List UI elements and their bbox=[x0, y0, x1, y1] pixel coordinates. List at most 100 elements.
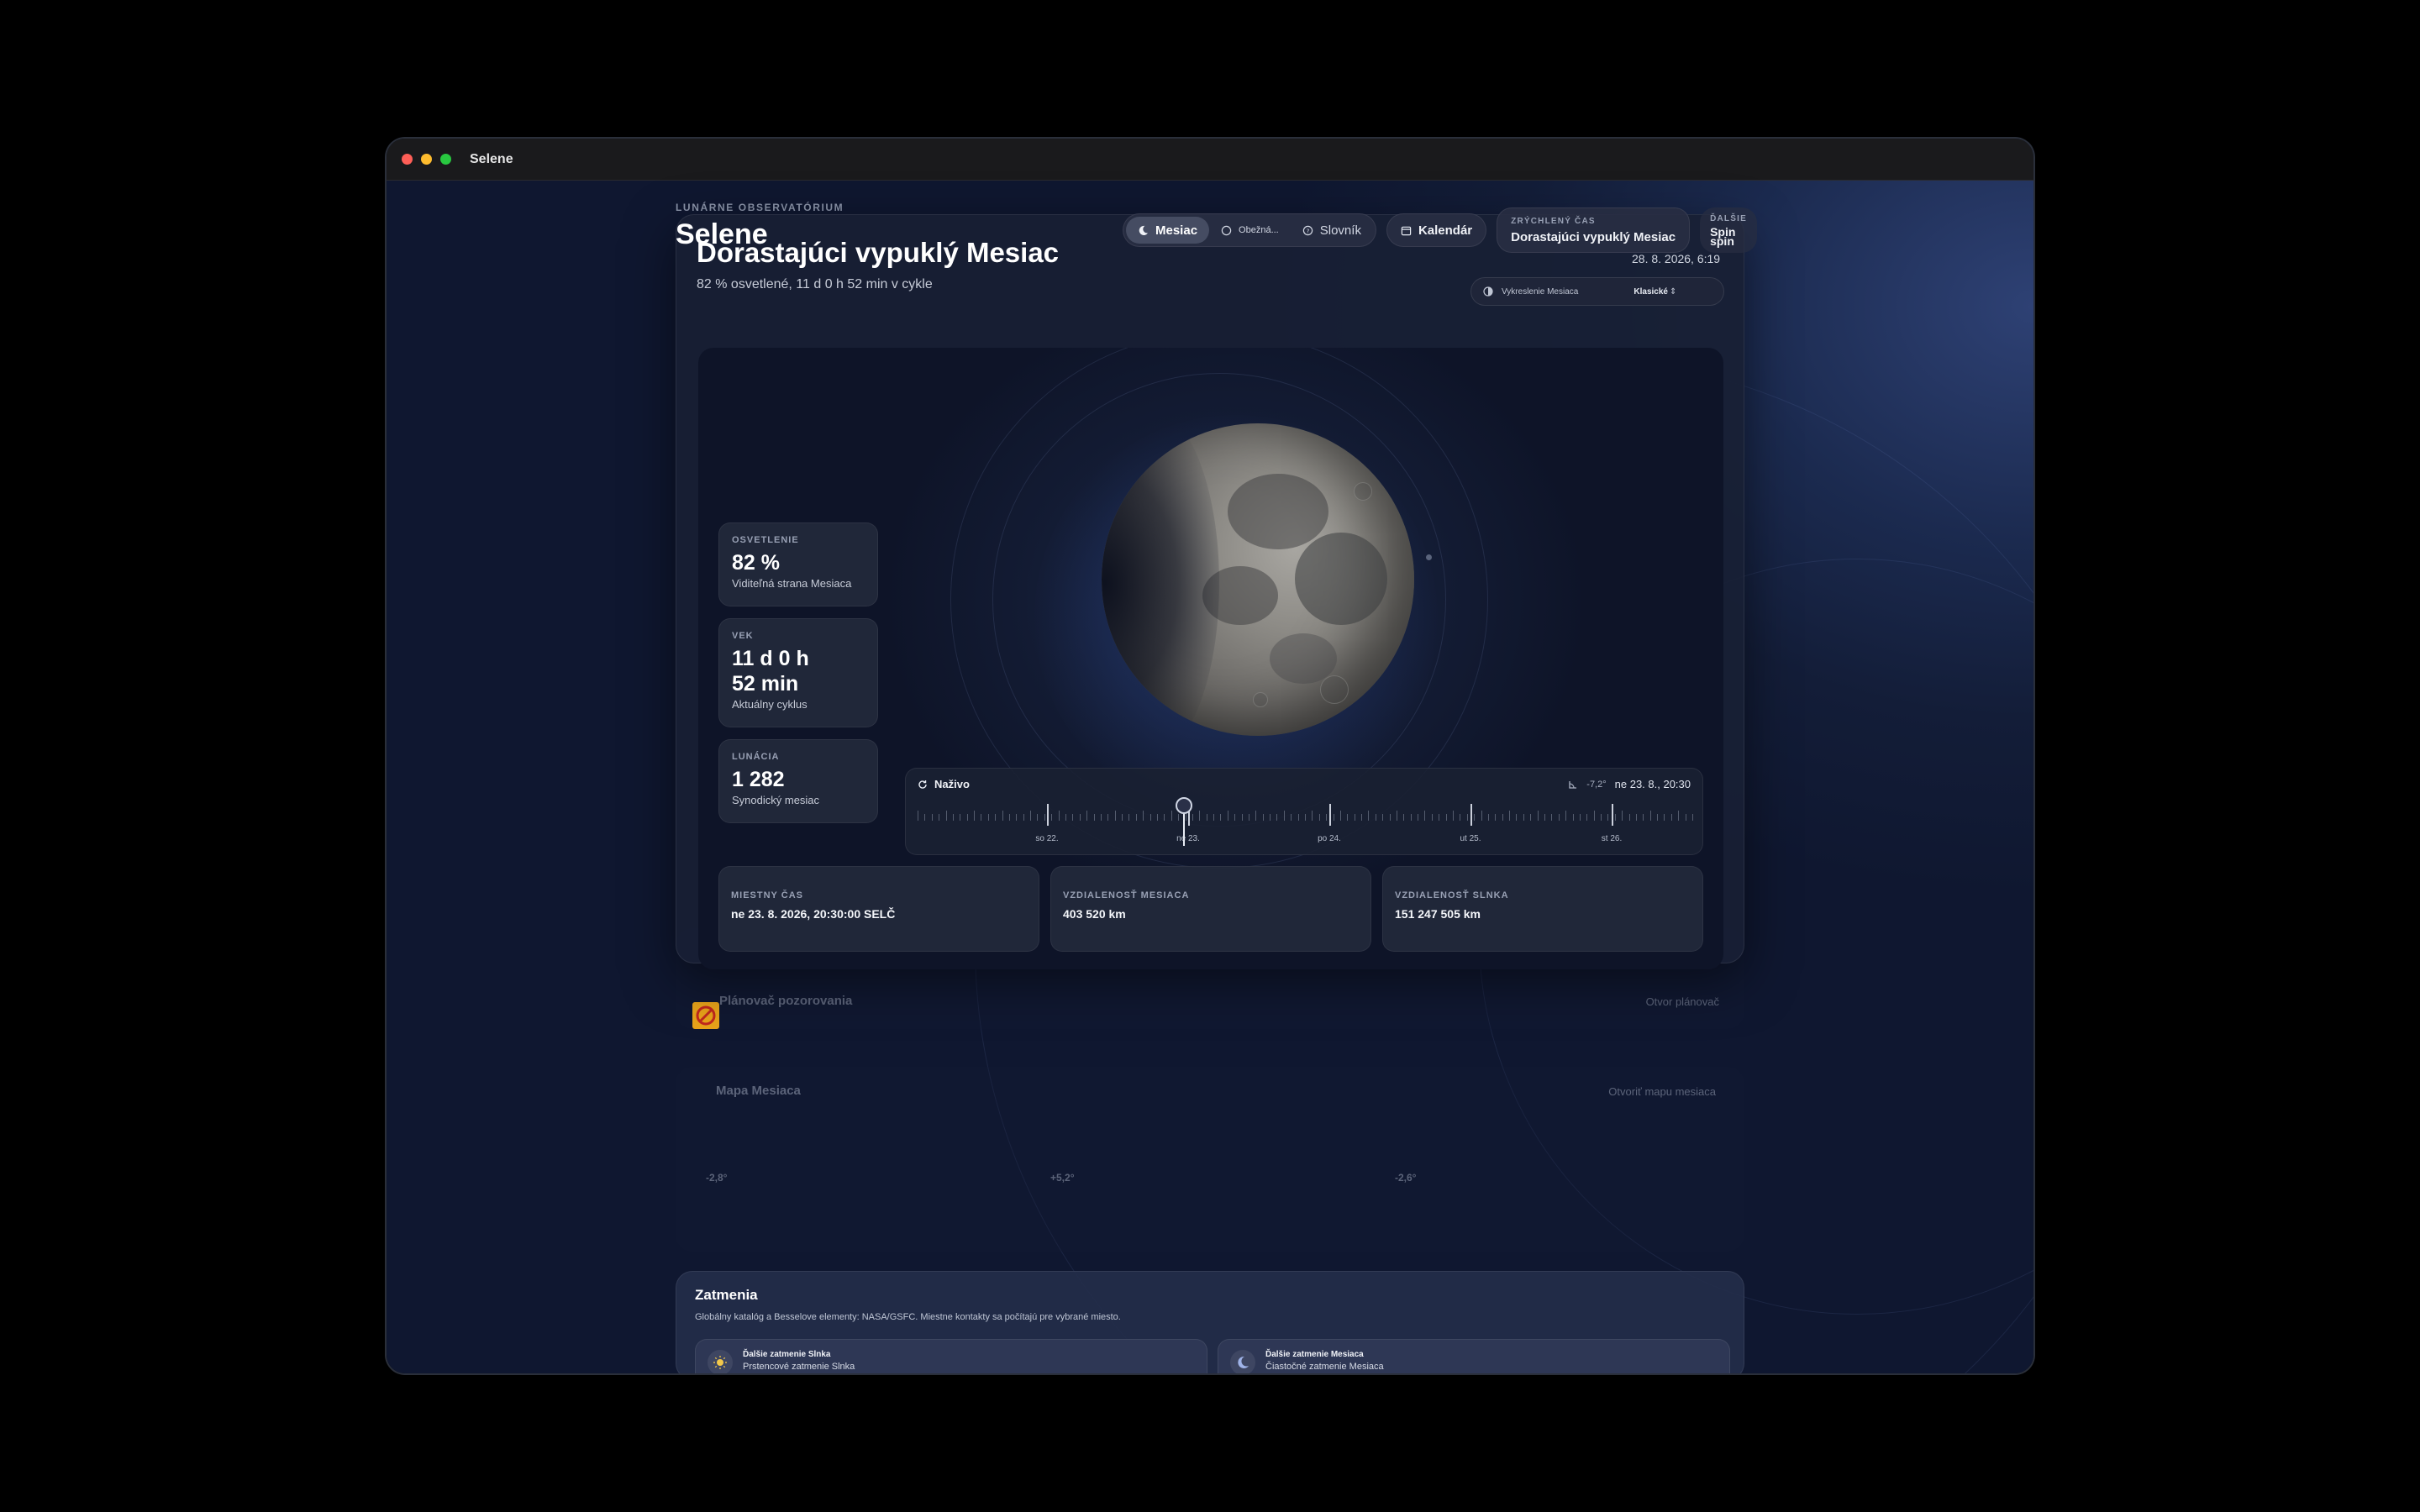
timeline-day-tick bbox=[1470, 804, 1472, 826]
live-button[interactable]: Naživo bbox=[918, 778, 970, 790]
refresh-icon bbox=[918, 780, 927, 789]
next-lunar-eclipse[interactable]: Ďalšie zatmenie Mesiaca Čiastočné zatmen… bbox=[1218, 1339, 1730, 1373]
minimize-window-button[interactable] bbox=[421, 154, 432, 165]
view-switcher: Mesiac Obežná... ? Slovník bbox=[1123, 213, 1376, 247]
timeline-tick bbox=[1558, 814, 1560, 821]
timeline-tick bbox=[1692, 814, 1693, 821]
timeline-tick bbox=[1382, 814, 1384, 821]
timeline-day-label: st 26. bbox=[1601, 834, 1623, 843]
timeline-tick bbox=[1164, 814, 1165, 821]
stat-label: VEK bbox=[732, 631, 754, 641]
zoom-window-button[interactable] bbox=[440, 154, 451, 165]
eclipses-section: Zatmenia Globálny katalóg a Besselove el… bbox=[676, 1271, 1744, 1373]
timeline-ticks[interactable] bbox=[918, 804, 1693, 829]
timeline-tick bbox=[1262, 814, 1264, 821]
timeline-tick bbox=[995, 814, 997, 821]
timeline-tick bbox=[1241, 814, 1243, 821]
timeline-tick bbox=[1283, 811, 1285, 821]
tab-orbit[interactable]: Obežná... bbox=[1209, 217, 1291, 244]
time-value: Dorastajúci vypuklý Mesiac bbox=[1511, 229, 1676, 244]
timeline-tick bbox=[1037, 814, 1039, 821]
lunar-eclipse-label: Ďalšie zatmenie Mesiaca bbox=[1265, 1350, 1364, 1359]
stat-value: 82 % bbox=[732, 551, 780, 575]
timeline-tick bbox=[1276, 814, 1278, 821]
timeline-tick bbox=[1502, 814, 1503, 821]
info-sun-distance: VZDIALENOSŤ SLNKA 151 247 505 km bbox=[1382, 866, 1703, 952]
timeline-tick bbox=[974, 811, 976, 821]
timeline-tick bbox=[987, 814, 989, 821]
timeline-tick bbox=[1495, 814, 1497, 821]
timeline-tick bbox=[966, 814, 968, 821]
more-menu[interactable]: ĎALŠIE Spin spin bbox=[1700, 207, 1757, 253]
timeline-tick bbox=[1368, 811, 1370, 821]
moon-map-value: +5,2° bbox=[1050, 1172, 1075, 1184]
app-window: Selene LUNÁRNE OBSERVATÓRIUM Plánovač po… bbox=[387, 139, 2033, 1373]
moon-render-select[interactable]: Vykreslenie Mesiaca Klasické ⇕ bbox=[1470, 277, 1724, 306]
stat-illumination: OSVETLENIE 82 % Viditeľná strana Mesiaca bbox=[718, 522, 878, 606]
timeline-tick bbox=[1424, 811, 1426, 821]
timeline-tick bbox=[1361, 814, 1363, 821]
info-value: ne 23. 8. 2026, 20:30:00 SELČ bbox=[731, 907, 896, 921]
timeline-tick bbox=[1255, 811, 1257, 821]
timeline-tick bbox=[1586, 814, 1588, 821]
timeline-tick bbox=[1628, 814, 1630, 821]
timeline-day-label: so 22. bbox=[1035, 834, 1059, 843]
timeline-tick bbox=[1516, 814, 1518, 821]
timeline-tick bbox=[1431, 814, 1433, 821]
info-moon-distance: VZDIALENOSŤ MESIACA 403 520 km bbox=[1050, 866, 1371, 952]
timeline-tick bbox=[1347, 814, 1349, 821]
timeline-tick bbox=[1016, 814, 1018, 821]
accelerated-time-control[interactable]: ZRÝCHLENÝ ČAS Dorastajúci vypuklý Mesiac bbox=[1497, 207, 1691, 253]
open-moon-map-button[interactable]: Otvoriť mapu mesiaca bbox=[1608, 1085, 1716, 1098]
timeline-tick bbox=[1143, 811, 1144, 821]
timeline-tick bbox=[1509, 811, 1511, 821]
timeline-tick bbox=[1051, 814, 1053, 821]
stat-age: VEK 11 d 0 h 52 min Aktuálny cyklus bbox=[718, 618, 878, 727]
time-scrubber[interactable]: Naživo -7,2° ne 23. 8., 20:30 so 22. ne 2… bbox=[905, 768, 1703, 855]
info-local-time: MIESTNY ČAS ne 23. 8. 2026, 20:30:00 SEL… bbox=[718, 866, 1039, 952]
tab-glossary[interactable]: ? Slovník bbox=[1291, 217, 1373, 244]
timeline-day-label: ne 23. bbox=[1176, 834, 1200, 843]
render-value: Klasické bbox=[1634, 286, 1668, 297]
timeline-tick bbox=[1312, 811, 1313, 821]
tab-moon[interactable]: Mesiac bbox=[1126, 217, 1210, 244]
timeline-tick bbox=[1607, 814, 1609, 821]
timeline-tick bbox=[1065, 814, 1067, 821]
scrubber-handle[interactable] bbox=[1176, 797, 1192, 814]
phase-subtitle: 82 % osvetlené, 11 d 0 h 52 min v cykle bbox=[697, 277, 933, 291]
timeline-tick bbox=[1466, 814, 1468, 821]
timeline-tick bbox=[1664, 814, 1665, 821]
moon-map-value: -2,8° bbox=[706, 1172, 728, 1184]
timeline-tick bbox=[1572, 814, 1574, 821]
glossary-icon: ? bbox=[1302, 225, 1313, 235]
info-label: VZDIALENOSŤ MESIACA bbox=[1063, 890, 1190, 900]
svg-text:?: ? bbox=[1306, 227, 1309, 234]
timeline-tick bbox=[1601, 814, 1602, 821]
timeline-tick bbox=[1030, 811, 1032, 821]
timeline-day-label: po 24. bbox=[1318, 834, 1341, 843]
timeline-tick bbox=[1537, 811, 1539, 821]
close-window-button[interactable] bbox=[402, 154, 413, 165]
timeline-tick bbox=[1657, 814, 1659, 821]
moon-render[interactable] bbox=[1102, 423, 1414, 736]
info-value: 151 247 505 km bbox=[1395, 907, 1481, 921]
window-controls bbox=[402, 154, 451, 165]
timeline-tick bbox=[1093, 814, 1095, 821]
stat-lunation: LUNÁCIA 1 282 Synodický mesiac bbox=[718, 739, 878, 823]
stat-value: 11 d 0 h 52 min bbox=[732, 647, 809, 696]
open-planner-button[interactable]: Otvor plánovač bbox=[1646, 995, 1719, 1008]
more-value: Spin spin bbox=[1710, 225, 1736, 248]
timeline-tick bbox=[1523, 814, 1524, 821]
stat-desc: Aktuálny cyklus bbox=[732, 698, 808, 711]
timeline-tick bbox=[1135, 814, 1137, 821]
titlebar: Selene bbox=[387, 139, 2033, 181]
next-solar-eclipse[interactable]: Ďalšie zatmenie Slnka Prstencové zatmeni… bbox=[695, 1339, 1207, 1373]
calendar-button[interactable]: Kalendár bbox=[1386, 213, 1487, 247]
moon-phase-card: Dorastajúci vypuklý Mesiac 82 % osvetlen… bbox=[676, 214, 1744, 969]
timeline-readout: -7,2° ne 23. 8., 20:30 bbox=[1568, 778, 1691, 790]
timeline-tick bbox=[1622, 811, 1623, 821]
timeline-tick bbox=[931, 814, 933, 821]
timeline-tick bbox=[1445, 814, 1447, 821]
time-label: ZRÝCHLENÝ ČAS bbox=[1511, 216, 1596, 226]
timeline-tick bbox=[1171, 811, 1172, 821]
